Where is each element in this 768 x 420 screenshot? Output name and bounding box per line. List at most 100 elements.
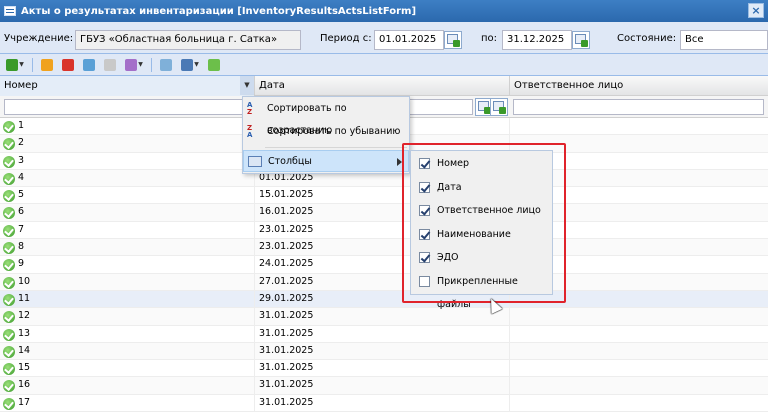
row-number: 6 [18, 206, 25, 218]
sort-asc-icon: AZ [247, 101, 253, 116]
cell-divider [254, 221, 255, 239]
columns-label: Столбцы [268, 156, 312, 167]
refresh-button[interactable] [205, 57, 223, 73]
sort-desc-label: Сортировать по убыванию [267, 126, 401, 137]
approve-button[interactable] [80, 57, 98, 73]
column-toggle-label: Дата [437, 181, 462, 193]
column-header-label: Номер [4, 80, 38, 91]
window-title: Акты о результатах инвентаризации [Inven… [21, 5, 417, 17]
edit-button[interactable] [38, 57, 56, 73]
column-toggle-label: Наименование [437, 228, 511, 240]
row-number: 15 [18, 362, 31, 374]
row-date: 23.01.2025 [259, 223, 314, 235]
table-row[interactable]: 16 31.01.2025 [0, 377, 768, 395]
table-row[interactable]: 7 23.01.2025 [0, 221, 768, 240]
number-filter-input[interactable] [4, 99, 250, 115]
view-button[interactable] [101, 57, 119, 73]
actions-icon [125, 58, 138, 71]
column-header-label: Дата [259, 80, 285, 91]
approved-status-icon [3, 259, 15, 272]
column-toggle-item[interactable]: Ответственное лицо [411, 199, 552, 222]
row-date: 31.01.2025 [259, 362, 314, 374]
state-select[interactable]: Все [680, 30, 768, 50]
menu-separator [265, 147, 407, 148]
column-checkbox[interactable] [419, 205, 430, 216]
window-icon [4, 6, 16, 16]
row-number: 8 [18, 241, 25, 253]
approved-status-icon [3, 138, 15, 151]
cell-divider [254, 204, 255, 221]
row-number: 13 [18, 327, 31, 339]
table-row[interactable]: 10 27.01.2025 [0, 273, 768, 291]
add-button[interactable]: ▼ [3, 57, 27, 73]
row-date: 31.01.2025 [259, 379, 314, 391]
row-number: 5 [18, 189, 25, 201]
table-row[interactable]: 6 16.01.2025 [0, 204, 768, 222]
table-row[interactable]: 12 31.01.2025 [0, 308, 768, 326]
approved-status-icon [3, 190, 15, 203]
date-filter-clear-icon[interactable] [490, 98, 508, 116]
approved-status-icon [3, 224, 15, 237]
print-button[interactable]: ▼ [178, 57, 202, 73]
toolbar-divider [151, 57, 152, 72]
column-toggle-item[interactable]: ЭДО [411, 246, 552, 269]
table-row[interactable]: 17 31.01.2025 [0, 394, 768, 413]
row-date: 31.01.2025 [259, 396, 314, 408]
cell-divider [254, 342, 255, 360]
approved-status-icon [3, 345, 15, 358]
column-toggle-item[interactable]: Номер [411, 152, 552, 175]
close-icon[interactable]: × [748, 3, 764, 18]
cell-divider [509, 377, 510, 394]
sort-asc-item[interactable]: AZ Сортировать по возрастанию [243, 98, 409, 137]
column-checkbox[interactable] [419, 252, 430, 263]
add-icon [6, 58, 19, 71]
actions-button[interactable]: ▼ [122, 57, 146, 73]
table-row[interactable]: 15 31.01.2025 [0, 360, 768, 378]
table-row[interactable]: 11 29.01.2025 [0, 290, 768, 309]
column-header-number[interactable]: Номер ▼ [0, 76, 255, 96]
column-header-responsible[interactable]: Ответственное лицо [510, 76, 768, 96]
export-button[interactable] [157, 57, 175, 73]
column-toggle-item[interactable]: Прикрепленные файлы [411, 270, 552, 310]
columns-item[interactable]: Столбцы [243, 150, 409, 172]
table-row[interactable]: 5 15.01.2025 [0, 187, 768, 205]
delete-button[interactable] [59, 57, 77, 73]
columns-icon [248, 156, 262, 167]
row-date: 31.01.2025 [259, 310, 314, 322]
table-row[interactable]: 9 24.01.2025 [0, 256, 768, 274]
toolbar: ▼ ▼ ▼ [0, 54, 768, 76]
approved-status-icon [3, 380, 15, 393]
column-checkbox[interactable] [419, 158, 430, 169]
column-header-date[interactable]: Дата [255, 76, 510, 96]
view-icon [104, 58, 116, 71]
approved-status-icon [3, 207, 15, 220]
row-number: 7 [18, 223, 25, 235]
sort-desc-icon: ZA [247, 124, 253, 139]
table-row[interactable]: 8 23.01.2025 [0, 239, 768, 257]
row-date: 24.01.2025 [259, 258, 314, 270]
row-date: 31.01.2025 [259, 344, 314, 356]
column-toggle-item[interactable]: Дата [411, 176, 552, 199]
table-row[interactable]: 13 31.01.2025 [0, 325, 768, 343]
table-row[interactable]: 14 31.01.2025 [0, 342, 768, 361]
period-to-field[interactable]: 31.12.2025 [502, 30, 572, 50]
column-header-label: Ответственное лицо [514, 80, 624, 91]
column-checkbox[interactable] [419, 181, 430, 193]
column-checkbox[interactable] [419, 228, 430, 240]
calendar-from-icon[interactable] [444, 31, 462, 49]
toolbar-divider [32, 57, 33, 72]
calendar-to-icon[interactable] [572, 31, 590, 49]
approved-status-icon [3, 242, 15, 255]
column-toggle-item[interactable]: Наименование [411, 223, 552, 246]
submenu-arrow-icon [397, 158, 402, 166]
sort-desc-item[interactable]: ZA Сортировать по убыванию [243, 121, 409, 143]
responsible-filter-input[interactable] [513, 99, 764, 115]
row-number: 1 [18, 120, 25, 131]
approved-status-icon [3, 155, 15, 168]
cell-divider [254, 394, 255, 412]
column-checkbox[interactable] [419, 275, 430, 287]
columns-submenu: Номер Дата Ответственное лицо Наименование Э… [410, 150, 553, 310]
period-from-field[interactable]: 01.01.2025 [374, 30, 444, 50]
column-menu-trigger-icon[interactable]: ▼ [240, 76, 254, 95]
institution-field[interactable]: ГБУЗ «Областная больница г. Сатка» [75, 30, 301, 50]
